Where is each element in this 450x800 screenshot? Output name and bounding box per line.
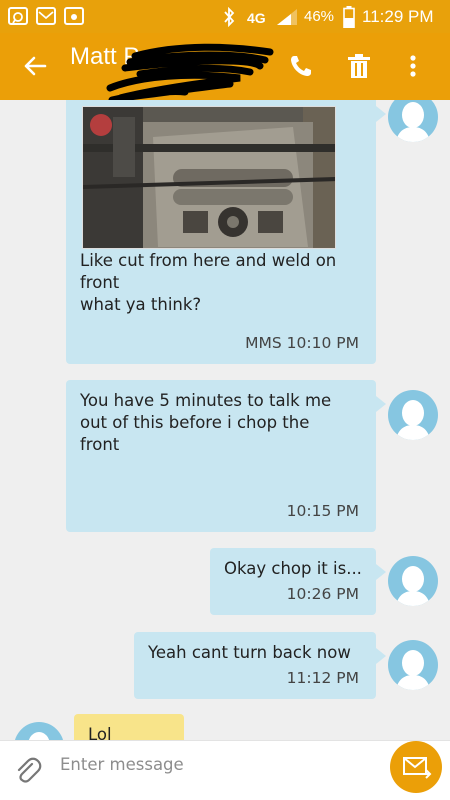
message-thread[interactable]: Like cut from here and weld on front wha… xyxy=(0,100,450,740)
message-timestamp: 10:26 PM xyxy=(286,585,359,603)
notification-icon xyxy=(8,7,28,25)
message-text: Yeah cant turn back now xyxy=(148,643,351,662)
message-bubble[interactable]: Like cut from here and weld on front wha… xyxy=(66,100,386,364)
avatar[interactable] xyxy=(388,640,438,690)
battery-icon xyxy=(343,6,355,32)
message-text: You have 5 minutes to talk me out of thi… xyxy=(80,391,332,454)
avatar[interactable] xyxy=(388,100,438,142)
message-input[interactable]: Enter message xyxy=(60,755,184,774)
message-timestamp: MMS 10:10 PM xyxy=(245,334,359,352)
send-mms-icon xyxy=(403,757,432,779)
message-bubble[interactable]: Okay chop it is... 10:26 PM xyxy=(210,548,386,615)
message-text: Like cut from here and weld on front wha… xyxy=(80,251,337,314)
attach-icon[interactable] xyxy=(14,757,42,785)
clock: 11:29 PM xyxy=(362,7,434,26)
redaction-scribble xyxy=(106,43,274,104)
message-bubble[interactable]: Yeah cant turn back now 11:12 PM xyxy=(134,632,386,699)
avatar[interactable] xyxy=(388,556,438,606)
send-button[interactable] xyxy=(390,741,442,793)
message-text: Lol xyxy=(88,725,112,740)
network-type: 4G xyxy=(247,10,266,26)
avatar[interactable] xyxy=(14,722,64,740)
message-bubble[interactable]: Lol xyxy=(74,714,184,740)
message-text: Okay chop it is... xyxy=(224,559,362,578)
back-arrow-icon[interactable] xyxy=(20,51,50,81)
composer: Enter message xyxy=(0,740,450,800)
more-options-icon[interactable] xyxy=(408,53,418,79)
call-icon[interactable] xyxy=(288,53,314,79)
message-timestamp: 10:15 PM xyxy=(286,502,359,520)
app-bar: Matt P xyxy=(0,33,450,104)
avatar[interactable] xyxy=(388,390,438,440)
mail-icon xyxy=(36,7,56,25)
battery-percent: 46% xyxy=(304,8,335,25)
mms-image[interactable] xyxy=(82,106,336,249)
photo-notification-icon xyxy=(64,7,84,25)
message-bubble[interactable]: You have 5 minutes to talk me out of thi… xyxy=(66,380,386,532)
delete-icon[interactable] xyxy=(346,53,372,79)
message-timestamp: 11:12 PM xyxy=(286,669,359,687)
bluetooth-icon xyxy=(222,6,236,31)
signal-icon xyxy=(276,8,298,30)
status-bar: 4G 46% 11:29 PM xyxy=(0,0,450,33)
